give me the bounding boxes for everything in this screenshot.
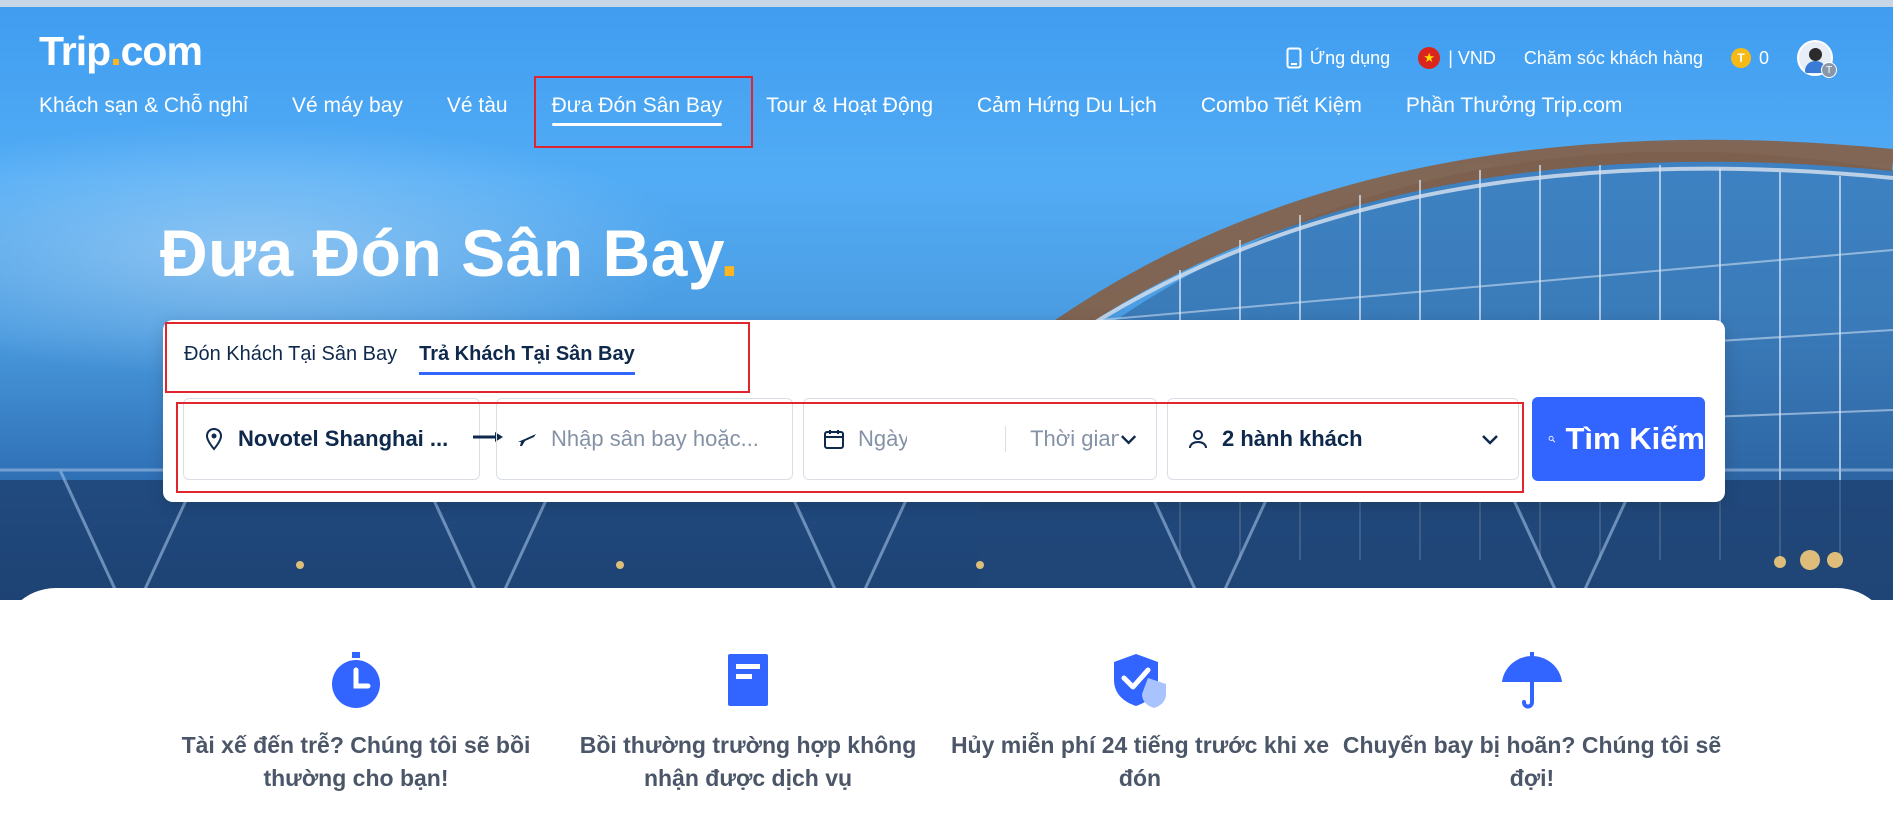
nav-item-trains[interactable]: Vé tàu [425,94,530,118]
vietnam-flag-icon: ★ [1418,47,1441,69]
benefit-free-cancellation: Hủy miễn phí 24 tiếng trước khi xe đón [950,648,1330,795]
logo-text-main: Trip [39,28,111,74]
search-button[interactable]: Tìm Kiếm [1532,397,1705,481]
benefit-service-compensation-line2: nhận được dịch vụ [643,765,853,791]
support-label: Chăm sóc khách hàng [1523,47,1703,68]
benefit-late-driver-line2: thường cho bạn! [263,765,449,791]
benefits-section: Tài xế đến trễ? Chúng tôi sẽ bồi thường … [0,588,1893,839]
airport-terminal-illustration [0,139,1893,600]
shield-check-icon [1114,654,1166,708]
app-download-link[interactable]: Ứng dụng [1286,47,1390,69]
page-title-dot: . [720,216,740,290]
currency-label: | VND [1448,47,1496,68]
trip-logo[interactable]: Trip.com [39,28,203,75]
app-label: Ứng dụng [1309,47,1391,68]
document-icon [728,654,768,706]
nav-item-tours[interactable]: Tour & Hoạt Động [744,94,955,118]
benefit-free-cancellation-line2: đón [1118,765,1162,791]
benefit-free-cancellation-line1: Hủy miễn phí 24 tiếng trước khi xe [950,732,1330,758]
nav-item-combo[interactable]: Combo Tiết Kiệm [1179,94,1384,118]
benefit-flight-delay-line2: đợi! [1509,765,1555,791]
user-avatar[interactable]: T [1797,40,1837,78]
umbrella-icon [1502,652,1562,709]
search-icon [1548,435,1556,443]
top-utility-bar: Ứng dụng ★ | VND Chăm sóc khách hàng T 0… [1286,40,1837,78]
benefit-late-driver-line1: Tài xế đến trễ? Chúng tôi sẽ bồi [181,732,531,758]
trip-coins[interactable]: T 0 [1730,47,1769,69]
coins-count: 0 [1758,47,1769,68]
logo-text-suffix: com [120,28,203,74]
timer-icon [332,652,380,708]
highlight-box-nav [534,76,753,148]
currency-selector[interactable]: ★ | VND [1418,47,1496,69]
avatar-head [1809,48,1822,61]
nav-item-rewards[interactable]: Phần Thưởng Trip.com [1384,94,1645,118]
benefit-late-driver: Tài xế đến trễ? Chúng tôi sẽ bồi thường … [166,648,546,795]
benefit-flight-delay: Chuyến bay bị hoãn? Chúng tôi sẽ đợi! [1342,648,1722,795]
benefit-service-compensation: Bồi thường trường hợp không nhận được dị… [558,648,938,795]
avatar-badge: T [1821,62,1837,78]
highlight-box-fields [176,402,1524,493]
nav-item-flights[interactable]: Vé máy bay [270,94,425,118]
nav-item-inspiration[interactable]: Cảm Hứng Du Lịch [955,94,1179,118]
benefit-service-compensation-line1: Bồi thường trường hợp không [579,732,917,758]
page-title-text: Đưa Đón Sân Bay [160,216,721,290]
nav-item-hotels[interactable]: Khách sạn & Chỗ nghỉ [39,94,270,118]
main-navigation: Khách sạn & Chỗ nghỉ Vé máy bay Vé tàu Đ… [39,94,1645,126]
logo-dot: . [110,28,121,74]
customer-support-link[interactable]: Chăm sóc khách hàng [1524,48,1703,69]
trip-coin-icon: T [1730,48,1751,68]
search-button-label: Tìm Kiếm [1565,421,1705,456]
highlight-box-tabs [165,322,750,393]
benefit-flight-delay-line1: Chuyến bay bị hoãn? Chúng tôi sẽ [1342,732,1722,758]
phone-icon [1286,47,1302,69]
page-title: Đưa Đón Sân Bay. [160,215,739,291]
hero-banner: Trip.com Ứng dụng ★ | VND Chăm sóc khách… [0,0,1893,600]
